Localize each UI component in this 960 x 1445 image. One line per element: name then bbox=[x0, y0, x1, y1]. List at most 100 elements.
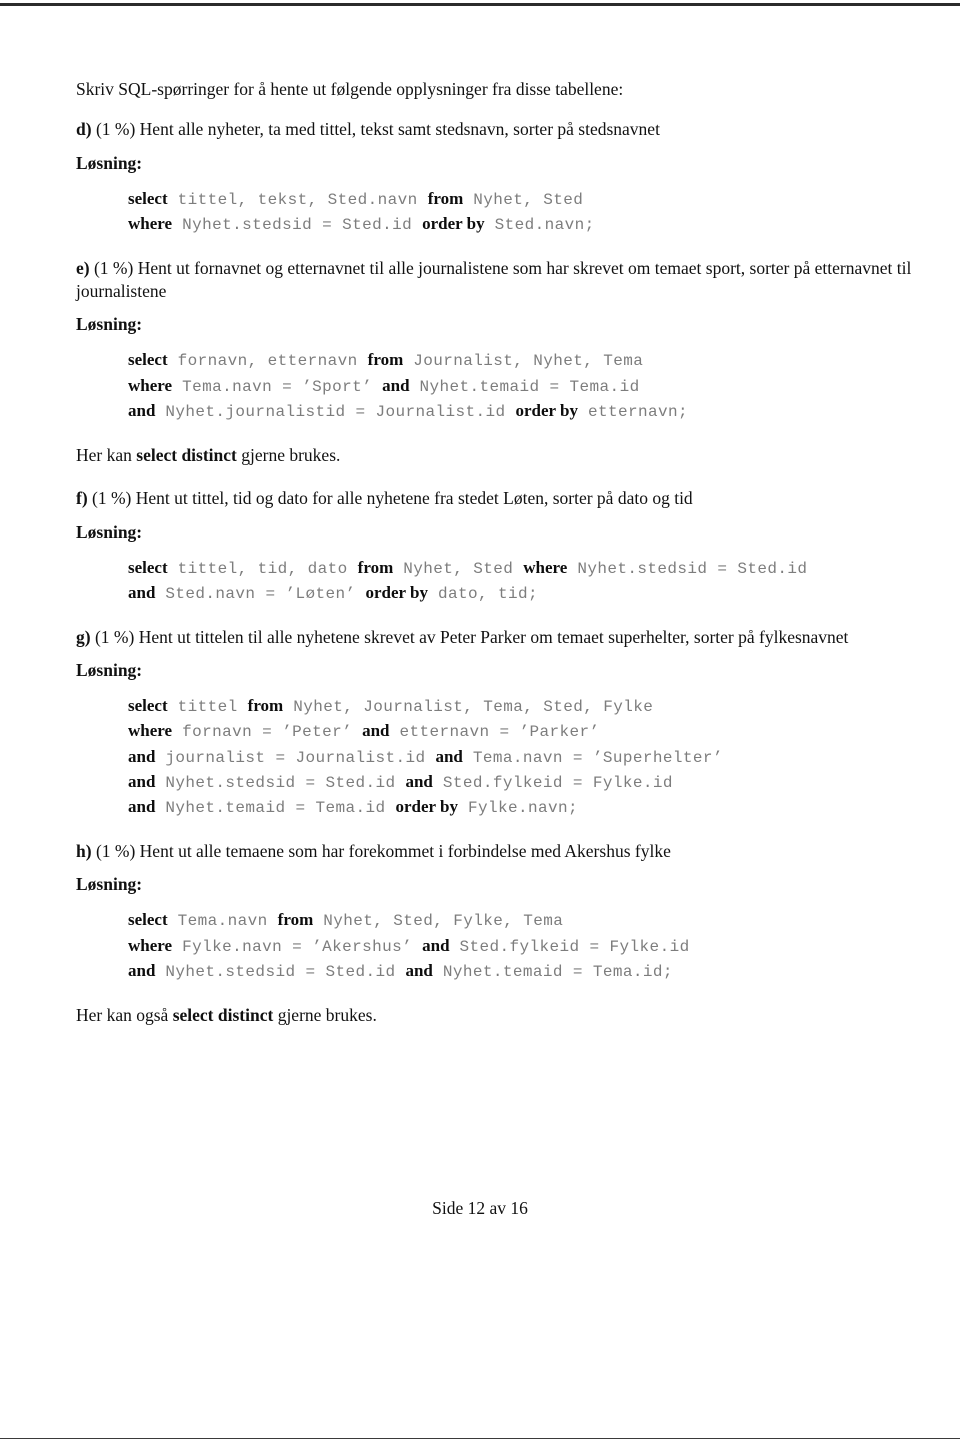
solution-label: Løsning: bbox=[76, 874, 143, 895]
question-text: Hent ut fornavnet og etternavnet til all… bbox=[76, 257, 912, 302]
sql-code-line: and Sted.navn = ’Løten’ order by dato, t… bbox=[128, 581, 924, 606]
question-text: Hent ut tittel, tid og dato for alle nyh… bbox=[135, 488, 693, 509]
sql-keyword: and bbox=[435, 746, 463, 766]
sql-identifier: Fylke.navn = ’Akershus’ bbox=[172, 937, 423, 956]
note-suffix: gjerne brukes. bbox=[273, 1004, 377, 1025]
sql-identifier: Sted.navn = ’Løten’ bbox=[155, 584, 366, 603]
sql-identifier: Nyhet.temaid = Tema.id bbox=[409, 377, 640, 396]
sql-identifier: fornavn, etternavn bbox=[167, 352, 368, 371]
sql-code-block: select tittel, tid, dato from Nyhet, Ste… bbox=[76, 556, 924, 606]
sql-keyword: select bbox=[128, 350, 168, 370]
sql-identifier: Nyhet.stedsid = Sted.id bbox=[172, 215, 423, 234]
sql-keyword: select bbox=[128, 557, 168, 577]
question-section: g) (1 %) Hent ut tittelen til alle nyhet… bbox=[76, 626, 924, 820]
sql-keyword: where bbox=[128, 721, 173, 741]
sql-keyword: from bbox=[277, 910, 314, 930]
solution-note: Her kan også select distinct gjerne bruk… bbox=[76, 1004, 924, 1027]
question-points: (1 %) bbox=[93, 257, 134, 278]
sql-code-line: select tittel from Nyhet, Journalist, Te… bbox=[128, 694, 924, 719]
question-text: Hent alle nyheter, ta med tittel, tekst … bbox=[139, 119, 660, 140]
sql-keyword: order by bbox=[365, 582, 428, 602]
question-section: e) (1 %) Hent ut fornavnet og etternavne… bbox=[76, 257, 924, 467]
sql-keyword: select bbox=[128, 188, 168, 208]
sql-keyword: and bbox=[128, 960, 156, 980]
sql-keyword: where bbox=[128, 213, 173, 233]
sql-keyword: where bbox=[523, 557, 568, 577]
question-points: (1 %) bbox=[95, 841, 136, 862]
question-points: (1 %) bbox=[94, 626, 135, 647]
sql-code-line: and Nyhet.journalistid = Journalist.id o… bbox=[128, 399, 924, 424]
sql-keyword: from bbox=[247, 696, 284, 716]
sql-identifier: Nyhet.temaid = Tema.id bbox=[155, 798, 396, 817]
sql-keyword: from bbox=[427, 188, 464, 208]
sql-keyword: and bbox=[128, 746, 156, 766]
sql-code-line: select tittel, tid, dato from Nyhet, Ste… bbox=[128, 556, 924, 581]
sql-identifier: Sted.fylkeid = Fylke.id bbox=[432, 773, 673, 792]
question-letter: g) bbox=[76, 626, 91, 647]
sql-code-block: select tittel, tekst, Sted.navn from Nyh… bbox=[76, 187, 924, 237]
note-prefix: Her kan bbox=[76, 445, 137, 465]
sql-identifier: etternavn = ’Parker’ bbox=[389, 723, 600, 742]
sql-identifier: Tema.navn = ’Superhelter’ bbox=[462, 748, 723, 767]
sql-keyword: order by bbox=[515, 400, 578, 420]
question-prompt: d) (1 %) Hent alle nyheter, ta med titte… bbox=[76, 118, 924, 141]
page-header-rule bbox=[0, 3, 960, 6]
sql-identifier: Journalist, Nyhet, Tema bbox=[403, 352, 644, 371]
solution-note: Her kan select distinct gjerne brukes. bbox=[76, 444, 924, 467]
question-letter: e) bbox=[76, 257, 90, 278]
sql-code-line: and Nyhet.stedsid = Sted.id and Sted.fyl… bbox=[128, 770, 924, 795]
sql-keyword: and bbox=[382, 375, 410, 395]
sql-identifier: Nyhet.stedsid = Sted.id bbox=[155, 773, 406, 792]
question-text: Hent ut tittelen til alle nyhetene skrev… bbox=[138, 626, 849, 647]
sql-code-line: and Nyhet.temaid = Tema.id order by Fylk… bbox=[128, 795, 924, 820]
sql-code-block: select fornavn, etternavn from Journalis… bbox=[76, 348, 924, 424]
question-section: d) (1 %) Hent alle nyheter, ta med titte… bbox=[76, 118, 924, 237]
sql-identifier: Nyhet.stedsid = Sted.id bbox=[155, 962, 406, 981]
question-letter: h) bbox=[76, 841, 92, 862]
question-text: Hent ut alle temaene som har forekommet … bbox=[139, 841, 671, 862]
sql-code-line: select Tema.navn from Nyhet, Sted, Fylke… bbox=[128, 908, 924, 933]
sql-keyword: from bbox=[367, 350, 404, 370]
sql-code-line: and journalist = Journalist.id and Tema.… bbox=[128, 745, 924, 770]
sql-code-line: where Nyhet.stedsid = Sted.id order by S… bbox=[128, 212, 924, 237]
sql-identifier: Sted.fylkeid = Fylke.id bbox=[449, 937, 690, 956]
solution-label: Løsning: bbox=[76, 314, 143, 335]
sql-identifier: Nyhet, Sted bbox=[463, 190, 584, 209]
question-prompt: e) (1 %) Hent ut fornavnet og etternavne… bbox=[76, 257, 924, 304]
sql-code-block: select Tema.navn from Nyhet, Sted, Fylke… bbox=[76, 908, 924, 984]
sql-identifier: dato, tid; bbox=[427, 584, 538, 603]
sql-code-line: where Tema.navn = ’Sport’ and Nyhet.tema… bbox=[128, 374, 924, 399]
sql-identifier: Nyhet, Sted, Fylke, Tema bbox=[313, 912, 564, 931]
note-emphasis: select distinct bbox=[172, 1004, 274, 1025]
document-body: Skriv SQL-spørringer for å hente ut følg… bbox=[76, 78, 924, 1047]
sql-identifier: Fylke.navn; bbox=[457, 798, 578, 817]
sql-keyword: from bbox=[357, 557, 394, 577]
sql-identifier: Nyhet, Sted bbox=[393, 559, 524, 578]
questions-container: d) (1 %) Hent alle nyheter, ta med titte… bbox=[76, 118, 924, 1027]
solution-label: Løsning: bbox=[76, 521, 143, 542]
sql-identifier: Tema.navn = ’Sport’ bbox=[172, 377, 383, 396]
sql-code-block: select tittel from Nyhet, Journalist, Te… bbox=[76, 694, 924, 820]
sql-identifier: fornavn = ’Peter’ bbox=[172, 723, 363, 742]
sql-identifier: Nyhet.journalistid = Journalist.id bbox=[155, 402, 516, 421]
sql-identifier: Sted.navn; bbox=[484, 215, 595, 234]
sql-identifier: Nyhet.stedsid = Sted.id bbox=[567, 559, 808, 578]
sql-keyword: and bbox=[128, 796, 156, 816]
sql-identifier: Tema.navn bbox=[167, 912, 278, 931]
sql-keyword: where bbox=[128, 935, 173, 955]
sql-code-line: where Fylke.navn = ’Akershus’ and Sted.f… bbox=[128, 934, 924, 959]
sql-identifier: tittel, tid, dato bbox=[167, 559, 358, 578]
note-emphasis: select distinct bbox=[136, 445, 237, 465]
question-points: (1 %) bbox=[95, 119, 136, 140]
question-letter: f) bbox=[76, 488, 88, 509]
sql-code-line: select fornavn, etternavn from Journalis… bbox=[128, 348, 924, 373]
sql-keyword: select bbox=[128, 910, 168, 930]
sql-keyword: and bbox=[362, 721, 390, 741]
sql-keyword: and bbox=[422, 935, 450, 955]
sql-keyword: select bbox=[128, 696, 168, 716]
page-footer-rule bbox=[0, 1438, 960, 1439]
question-prompt: h) (1 %) Hent ut alle temaene som har fo… bbox=[76, 840, 924, 863]
sql-keyword: and bbox=[128, 771, 156, 791]
sql-keyword: order by bbox=[422, 213, 485, 233]
question-section: h) (1 %) Hent ut alle temaene som har fo… bbox=[76, 840, 924, 1027]
